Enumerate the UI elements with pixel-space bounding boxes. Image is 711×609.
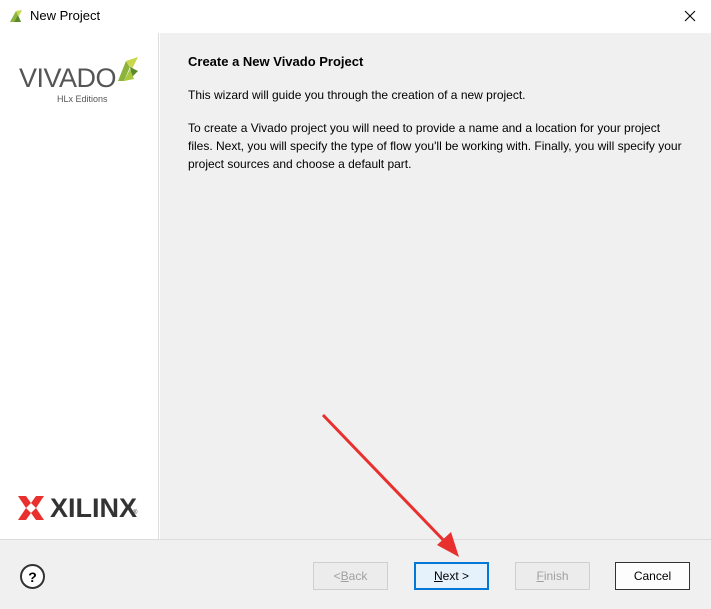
finish-button-mnemonic: F [536, 569, 544, 583]
wizard-footer: ? < Back Next > Finish Cancel [0, 539, 711, 609]
xilinx-registered-mark: ® [133, 510, 138, 516]
vivado-logo-subtitle: HLx Editions [57, 94, 108, 104]
wizard-content: Create a New Vivado Project This wizard … [160, 33, 711, 539]
back-button[interactable]: < Back [313, 562, 388, 590]
xilinx-mark-icon [18, 496, 44, 520]
description-text: To create a Vivado project you will need… [188, 121, 682, 171]
page-title: Create a New Vivado Project [188, 54, 364, 69]
xilinx-logo-word: XILINX [50, 493, 138, 523]
cancel-button-label: Cancel [633, 569, 672, 583]
help-icon[interactable]: ? [20, 564, 45, 589]
wizard-sidebar: VIVADO HLx Editions XILINX ® [0, 33, 159, 539]
next-button[interactable]: Next > [414, 562, 489, 590]
xilinx-logo: XILINX ® [18, 493, 142, 523]
close-icon[interactable] [669, 0, 711, 32]
title-bar: New Project [0, 0, 711, 32]
cancel-button[interactable]: Cancel [615, 562, 690, 590]
finish-button-rest: inish [543, 569, 569, 583]
next-button-rest: ext > [442, 569, 470, 583]
vivado-mark-icon [114, 55, 142, 83]
intro-text: This wizard will guide you through the c… [188, 88, 526, 102]
vivado-logo: VIVADO HLx Editions [19, 53, 144, 104]
finish-button[interactable]: Finish [515, 562, 590, 590]
vivado-logo-word: VIVADO [19, 63, 117, 93]
vivado-app-icon [8, 8, 24, 24]
help-label: ? [28, 568, 37, 585]
back-button-prefix: < [333, 569, 341, 583]
back-button-mnemonic: B [340, 569, 349, 583]
back-button-rest: ack [348, 569, 368, 583]
window-title: New Project [30, 8, 101, 23]
next-button-mnemonic: N [433, 569, 443, 583]
